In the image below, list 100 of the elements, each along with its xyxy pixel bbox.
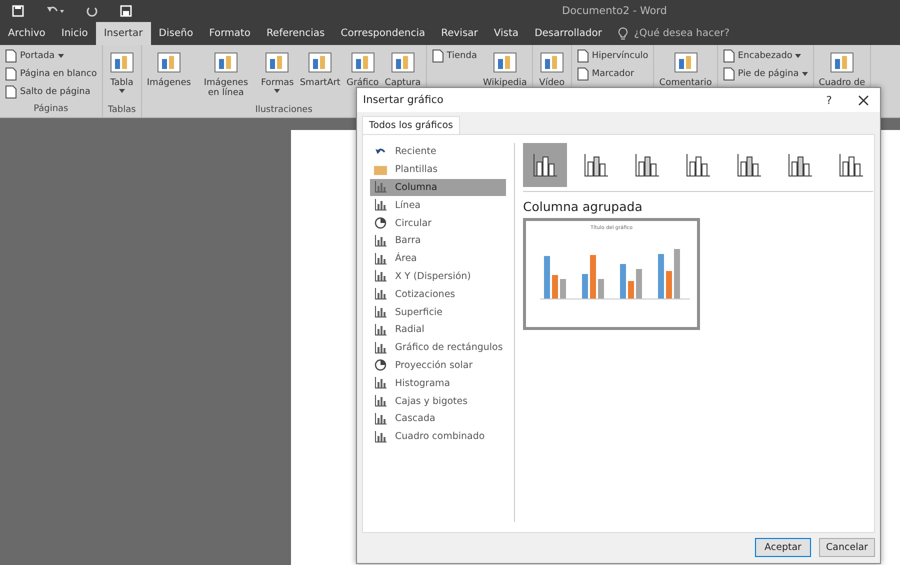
- chart-icon: [374, 181, 387, 194]
- chart-icon: [374, 306, 387, 318]
- chart-category-item[interactable]: Proyección solar: [370, 356, 506, 374]
- ribbon-tab[interactable]: Inicio: [53, 22, 96, 45]
- ribbon-tab[interactable]: Referencias: [258, 22, 333, 45]
- ribbon-button[interactable]: Formas: [258, 47, 296, 105]
- chart-bar: [674, 249, 680, 299]
- accept-button[interactable]: Aceptar: [755, 538, 811, 557]
- ribbon-button[interactable]: Hipervínculo: [574, 47, 650, 65]
- ribbon-button[interactable]: Portada: [3, 47, 99, 65]
- redo-icon[interactable]: [86, 5, 98, 17]
- ribbon-command-icon: [5, 67, 17, 81]
- ribbon-command-icon: [5, 49, 17, 63]
- chart-icon: [374, 324, 387, 336]
- ribbon-button[interactable]: SmartArt: [298, 47, 342, 105]
- ribbon-tab[interactable]: Formato: [201, 22, 258, 45]
- ribbon-button[interactable]: Marcador: [574, 65, 650, 83]
- group-label: Ilustraciones: [254, 105, 314, 117]
- ribbon-tab[interactable]: Desarrollador: [526, 22, 610, 45]
- subtype-title: Columna agrupada: [523, 199, 644, 214]
- ribbon-command-icon: [576, 67, 589, 81]
- chart-icon: [374, 377, 387, 390]
- print-preview-icon[interactable]: [120, 5, 132, 17]
- ribbon-command-icon: [722, 49, 735, 63]
- chart-category-item[interactable]: Cascada: [370, 410, 506, 428]
- ribbon-tab[interactable]: Revisar: [433, 22, 486, 45]
- cancel-button[interactable]: Cancelar: [819, 538, 875, 557]
- column-chart-icon: [583, 152, 609, 178]
- chart-category-item[interactable]: Cajas y bigotes: [370, 392, 506, 410]
- chart-category-item[interactable]: Área: [370, 250, 506, 268]
- ribbon-command-icon: [722, 67, 735, 81]
- chart-icon: [374, 234, 387, 247]
- chart-bar: [666, 271, 672, 299]
- chart-category-item[interactable]: Barra: [370, 232, 506, 250]
- chart-bar: [552, 275, 558, 299]
- chart-category-item[interactable]: Circular: [370, 214, 506, 232]
- ribbon-button[interactable]: Tabla: [106, 47, 138, 105]
- ribbon-button[interactable]: Salto de página: [3, 83, 99, 101]
- chart-category-item[interactable]: Histograma: [370, 374, 506, 392]
- column-chart-icon: [634, 152, 660, 178]
- chart-bar: [582, 274, 588, 299]
- chart-icon: [374, 270, 387, 282]
- chart-icon: [374, 252, 387, 265]
- column-chart-icon: [838, 152, 864, 178]
- group-label: Tablas: [106, 105, 137, 117]
- chart-bar: [636, 269, 642, 299]
- chart-category-item[interactable]: Cuadro combinado: [370, 428, 506, 446]
- chart-bar: [560, 279, 566, 299]
- dialog-title: Insertar gráfico: [363, 94, 444, 106]
- chart-category-item[interactable]: Reciente: [370, 143, 506, 161]
- close-icon: [858, 94, 868, 106]
- lightbulb-icon: [618, 27, 628, 40]
- tell-me-field[interactable]: ¿Qué desea hacer?: [632, 27, 756, 40]
- chart-bar: [598, 279, 604, 299]
- chart-subtype-button[interactable]: [523, 143, 567, 187]
- dialog-tab[interactable]: Todos los gráficos: [362, 116, 460, 134]
- chart-bar: [620, 264, 626, 299]
- chart-icon: [374, 430, 387, 443]
- pie-chart-icon: [374, 359, 387, 372]
- ribbon-command-icon: [5, 85, 17, 99]
- chart-icon: [374, 288, 387, 300]
- chart-category-item[interactable]: Radial: [370, 320, 506, 339]
- window-title: Documento2 - Word: [562, 5, 667, 17]
- ribbon-button[interactable]: Pie de página: [720, 65, 810, 83]
- chart-icon: [374, 199, 387, 212]
- ribbon-tab[interactable]: Archivo: [0, 22, 54, 45]
- ribbon-button[interactable]: Tienda: [430, 47, 479, 65]
- save-icon[interactable]: [12, 5, 24, 17]
- ribbon-button[interactable]: Encabezado: [720, 47, 810, 65]
- ribbon-tab[interactable]: Vista: [486, 22, 527, 45]
- chart-bar: [628, 281, 634, 299]
- ribbon-tab[interactable]: Insertar: [96, 22, 151, 45]
- folder-icon: [374, 164, 387, 175]
- column-chart-icon: [532, 152, 558, 178]
- ribbon-command-icon: [576, 49, 589, 63]
- chart-bar: [544, 256, 550, 299]
- chart-icon: [374, 395, 387, 408]
- chart-category-item[interactable]: X Y (Dispersión): [370, 268, 506, 286]
- ribbon-button[interactable]: Página en blanco: [3, 65, 99, 83]
- chart-bar: [658, 254, 664, 299]
- chart-category-item[interactable]: Columna: [370, 178, 506, 196]
- chart-bar: [590, 255, 596, 299]
- ribbon-command-icon: [432, 49, 444, 63]
- column-chart-icon: [685, 152, 711, 178]
- ribbon-tab[interactable]: Diseño: [150, 22, 202, 45]
- column-chart-icon: [787, 152, 813, 178]
- ribbon-button[interactable]: Imágenes en línea: [194, 47, 257, 105]
- chart-icon: [374, 342, 387, 354]
- chart-icon: [374, 412, 387, 425]
- help-button[interactable]: ?: [812, 89, 846, 111]
- pie-chart-icon: [374, 217, 387, 230]
- group-label: Páginas: [32, 104, 70, 116]
- ribbon-tab[interactable]: Correspondencia: [332, 22, 434, 45]
- column-chart-icon: [736, 152, 762, 178]
- chart-category-item[interactable]: Cotizaciones: [370, 285, 506, 304]
- chart-category-item[interactable]: Línea: [370, 196, 506, 214]
- ribbon-button[interactable]: Imágenes: [144, 47, 193, 105]
- chart-category-item[interactable]: Plantillas: [370, 160, 506, 179]
- chart-category-item[interactable]: Superficie: [370, 303, 506, 321]
- chart-category-item[interactable]: Gráfico de rectángulos: [370, 338, 506, 357]
